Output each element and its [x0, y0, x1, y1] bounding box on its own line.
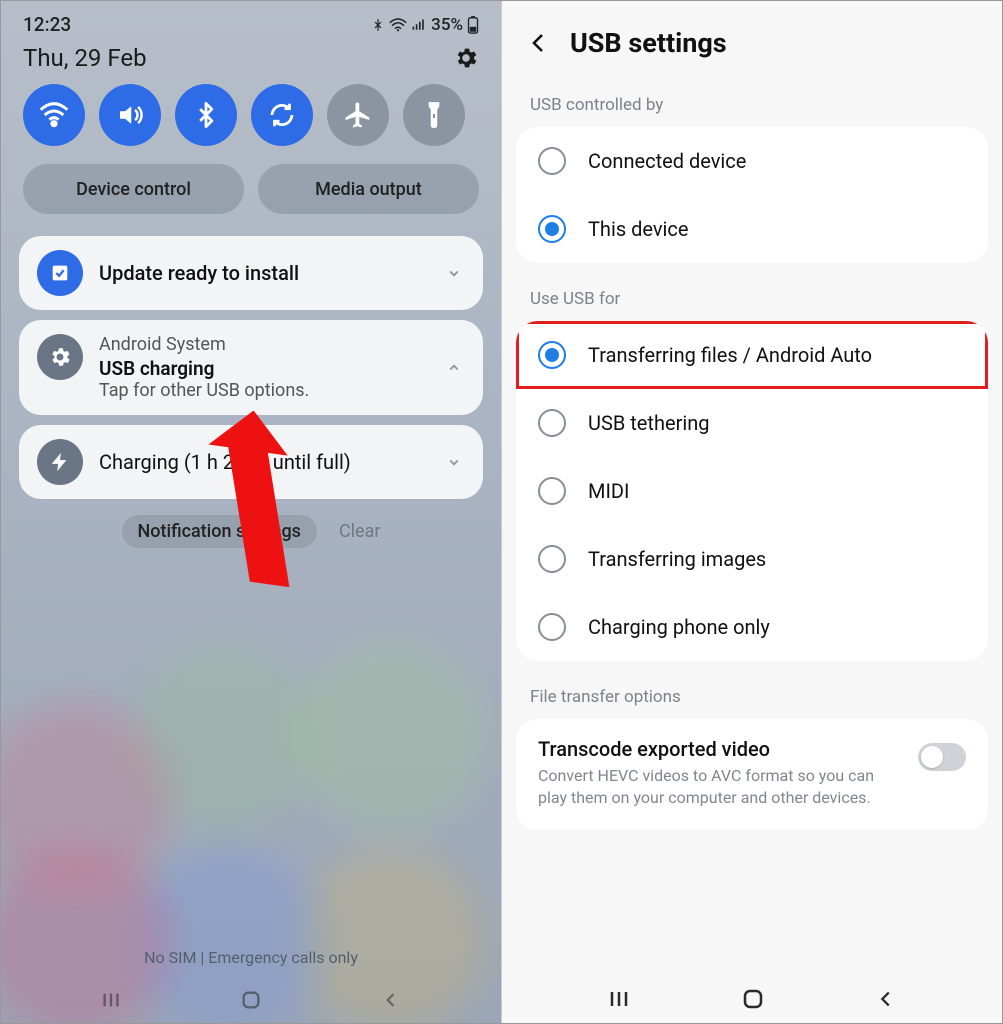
- notification-title: Update ready to install: [99, 261, 299, 285]
- wifi-toggle[interactable]: [23, 84, 85, 146]
- radio-icon: [538, 477, 566, 505]
- option-label: Transferring files / Android Auto: [588, 343, 872, 367]
- notification-shade: 12:23 35% Thu, 29 Feb: [1, 1, 501, 1023]
- notification-app: Android System: [99, 334, 309, 355]
- notification-usb[interactable]: Android System USB charging Tap for othe…: [19, 320, 483, 415]
- option-title: Transcode exported video: [538, 737, 904, 761]
- notification-settings-button[interactable]: Notification settings: [122, 515, 317, 548]
- radio-icon: [538, 409, 566, 437]
- quick-settings-row: [1, 84, 501, 164]
- device-control-button[interactable]: Device control: [23, 164, 244, 214]
- recents-icon[interactable]: [98, 987, 124, 1013]
- option-midi[interactable]: MIDI: [516, 457, 988, 525]
- nav-bar: [502, 987, 1002, 1011]
- status-bar: 12:23 35%: [1, 9, 501, 38]
- option-label: This device: [588, 217, 688, 241]
- option-label: USB tethering: [588, 411, 710, 435]
- section-label-use: Use USB for: [502, 267, 1002, 317]
- nav-bar: [1, 987, 501, 1013]
- section-label-file-transfer: File transfer options: [502, 665, 1002, 715]
- radio-icon: [538, 613, 566, 641]
- option-this-device[interactable]: This device: [516, 195, 988, 263]
- home-icon[interactable]: [238, 987, 264, 1013]
- notification-footer: Notification settings Clear: [1, 509, 501, 548]
- group-use: Transferring files / Android Auto USB te…: [516, 321, 988, 661]
- battery-pct: 35%: [431, 15, 463, 35]
- status-icons: 35%: [371, 15, 479, 35]
- option-subtext: Convert HEVC videos to AVC format so you…: [538, 765, 904, 808]
- option-charging-only[interactable]: Charging phone only: [516, 593, 988, 661]
- radio-icon: [538, 147, 566, 175]
- home-icon[interactable]: [741, 987, 765, 1011]
- back-icon[interactable]: [875, 988, 897, 1010]
- sim-status: No SIM | Emergency calls only: [1, 948, 501, 967]
- toggle-switch[interactable]: [918, 743, 966, 771]
- system-gear-icon: [37, 334, 83, 380]
- group-controlled: Connected device This device: [516, 127, 988, 263]
- option-transcode[interactable]: Transcode exported video Convert HEVC vi…: [516, 719, 988, 830]
- sound-toggle[interactable]: [99, 84, 161, 146]
- option-label: Charging phone only: [588, 615, 770, 639]
- back-icon[interactable]: [526, 30, 552, 56]
- radio-icon: [538, 545, 566, 573]
- date-row: Thu, 29 Feb: [1, 38, 501, 84]
- group-file-transfer: Transcode exported video Convert HEVC vi…: [516, 719, 988, 830]
- airplane-toggle[interactable]: [327, 84, 389, 146]
- notification-subtext: Tap for other USB options.: [99, 380, 309, 401]
- update-icon: [37, 250, 83, 296]
- option-transferring-images[interactable]: Transferring images: [516, 525, 988, 593]
- status-time: 12:23: [23, 13, 71, 36]
- option-transferring-files[interactable]: Transferring files / Android Auto: [516, 321, 988, 389]
- bolt-icon: [37, 439, 83, 485]
- header: USB settings: [502, 1, 1002, 73]
- radio-icon: [538, 341, 566, 369]
- option-label: Connected device: [588, 149, 746, 173]
- chevron-down-icon: [445, 264, 463, 282]
- radio-icon: [538, 215, 566, 243]
- clear-button[interactable]: Clear: [339, 521, 381, 542]
- flashlight-toggle[interactable]: [403, 84, 465, 146]
- option-usb-tethering[interactable]: USB tethering: [516, 389, 988, 457]
- option-label: Transferring images: [588, 547, 766, 571]
- section-label-controlled: USB controlled by: [502, 73, 1002, 123]
- autorotate-toggle[interactable]: [251, 84, 313, 146]
- gear-icon[interactable]: [453, 45, 479, 71]
- notification-title: Charging (1 h 27 m until full): [99, 450, 351, 474]
- notification-update[interactable]: Update ready to install: [19, 236, 483, 310]
- notification-charging[interactable]: Charging (1 h 27 m until full): [19, 425, 483, 499]
- back-icon[interactable]: [378, 987, 404, 1013]
- option-label: MIDI: [588, 479, 629, 503]
- notification-heading: USB charging: [99, 357, 309, 380]
- chevron-up-icon: [445, 359, 463, 377]
- recents-icon[interactable]: [607, 987, 631, 1011]
- quick-pill-row: Device control Media output: [1, 164, 501, 236]
- date-text: Thu, 29 Feb: [23, 44, 147, 72]
- chevron-down-icon: [445, 453, 463, 471]
- usb-settings-screen: USB settings USB controlled by Connected…: [501, 1, 1002, 1023]
- media-output-button[interactable]: Media output: [258, 164, 479, 214]
- bluetooth-toggle[interactable]: [175, 84, 237, 146]
- option-connected-device[interactable]: Connected device: [516, 127, 988, 195]
- page-title: USB settings: [570, 27, 727, 59]
